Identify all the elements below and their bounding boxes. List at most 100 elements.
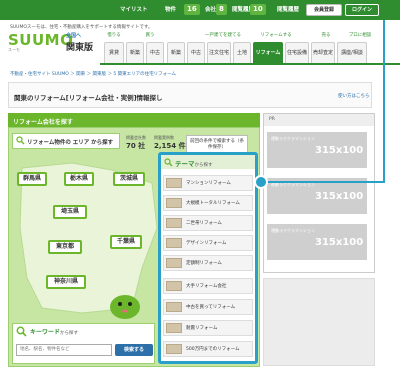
theme-item-design[interactable]: デザインリフォーム: [163, 235, 253, 251]
tab-seminar[interactable]: 講座/相談: [337, 42, 367, 64]
tab-new-mansion[interactable]: 新築: [126, 42, 144, 64]
theme-item-seismic[interactable]: 耐震リフォーム: [163, 320, 253, 336]
pr-ad-banner[interactable]: 運動ラククラマンション 315x100: [267, 224, 367, 260]
tagline: SUUMOスーモは、住宅・不動産購入をサポートする情報サイトです。: [10, 25, 153, 30]
pref-tokyo[interactable]: 東京都: [48, 240, 82, 254]
pr-ad-banner[interactable]: 運動ラククラマンション 315x100: [267, 178, 367, 214]
nav-category-sell: 売る: [321, 33, 331, 38]
right-sidebar-block: [263, 278, 375, 366]
login-button[interactable]: ログイン: [345, 4, 379, 16]
keyword-title-suffix: から探す: [60, 331, 79, 336]
keyword-search-title: キーワードから探す: [30, 327, 78, 336]
theme-item-label: 中古を買ってリフォーム: [186, 305, 236, 310]
theme-thumbnail: [166, 323, 182, 333]
tab-rent[interactable]: 賃貸: [104, 42, 124, 64]
mylist-label[interactable]: マイリスト: [120, 5, 148, 13]
theme-thumbnail: [166, 258, 182, 268]
theme-title-suffix: から探す: [194, 163, 213, 168]
nav-category-build: 一戸建てを建てる: [205, 33, 241, 38]
ad-caption: 運動ラククラマンション: [271, 228, 315, 233]
search-icon: [164, 158, 173, 167]
breadcrumb[interactable]: 不動産・住宅サイト SUUMO ＞ 関東 ＞ 関東版 ＞ 5 関東エリアの住宅リ…: [10, 71, 176, 77]
tab-used-house[interactable]: 中古: [187, 42, 205, 64]
register-button[interactable]: 会員登録: [306, 4, 342, 16]
pref-kanagawa[interactable]: 神奈川県: [46, 275, 86, 289]
tab-sale-assessment[interactable]: 売却査定: [311, 42, 335, 64]
tab-land[interactable]: 土地: [233, 42, 251, 64]
section-title: リフォーム会社を探す: [13, 119, 73, 126]
area-search-title: リフォーム物件の エリア から探す: [27, 140, 114, 146]
nav-category-buy: 買う: [145, 33, 155, 38]
companies-count[interactable]: 8: [216, 4, 227, 15]
nav-category-reform: リフォームする: [260, 33, 292, 38]
help-link[interactable]: 使い方はこちら: [338, 93, 370, 99]
search-icon: [16, 326, 27, 337]
company-count-value: 70 社: [126, 142, 146, 150]
theme-item-total[interactable]: 大規模トータルリフォーム: [163, 195, 253, 211]
region-title: 関東版: [66, 43, 94, 53]
theme-thumbnail: [166, 218, 182, 228]
theme-item-fixed-price[interactable]: 定額制リフォーム: [163, 255, 253, 271]
region-switch-text: 全国へ: [66, 33, 82, 39]
tab-used-mansion[interactable]: 中古: [146, 42, 164, 64]
theme-thumbnail: [166, 302, 182, 312]
pr-label: PR: [269, 117, 275, 122]
recent-label[interactable]: 閲覧履歴: [277, 5, 299, 13]
pref-gunma[interactable]: 群馬県: [17, 172, 47, 186]
theme-item-mansion[interactable]: マンションリフォーム: [163, 175, 253, 191]
theme-item-label: マンションリフォーム: [186, 181, 231, 186]
tab-new-house[interactable]: 新築: [167, 42, 185, 64]
tab-equipment[interactable]: 住宅設備: [285, 42, 309, 64]
pr-header: [264, 114, 374, 126]
logo-subtitle: スーモ: [8, 47, 20, 52]
pr-ad-banner[interactable]: 運動ラククラマンション 315x100: [267, 132, 367, 168]
theme-item-label: 500万円までのリフォーム: [186, 347, 240, 352]
theme-item-label: デザインリフォーム: [186, 241, 227, 246]
pref-ibaraki[interactable]: 茨城県: [113, 172, 145, 186]
history-count[interactable]: 10: [250, 4, 266, 15]
callout-marker: [254, 175, 268, 189]
theme-thumbnail: [166, 281, 182, 291]
theme-item-label: 大手リフォーム会社: [186, 284, 227, 289]
pref-tochigi[interactable]: 栃木県: [64, 172, 94, 186]
theme-item-label: 定額制リフォーム: [186, 261, 222, 266]
companies-label: 会社: [205, 7, 217, 13]
tab-custom-house[interactable]: 注文住宅: [207, 42, 231, 64]
previous-search-label: 前回の条件で検索する（条件保存）: [190, 139, 244, 150]
page-title: 関東のリフォーム[リフォーム会社・実例]情報探し: [14, 94, 163, 102]
theme-item-label: 大規模トータルリフォーム: [186, 201, 240, 206]
keyword-title-text: キーワード: [30, 329, 61, 336]
theme-item-major-company[interactable]: 大手リフォーム会社: [163, 278, 253, 294]
pref-saitama[interactable]: 埼玉県: [53, 205, 87, 219]
suumo-mascot-icon: [110, 295, 140, 319]
ad-caption: 運動ラククラマンション: [271, 136, 315, 141]
callout-line: [383, 20, 385, 183]
ad-size: 315x100: [315, 191, 364, 202]
theme-item-under-5m[interactable]: 500万円までのリフォーム: [163, 341, 253, 357]
keyword-search-button[interactable]: 検索する: [115, 344, 153, 356]
ad-size: 315x100: [315, 237, 364, 248]
theme-title-text: テーマ: [175, 160, 195, 168]
properties-label: 物件: [165, 7, 177, 13]
theme-thumbnail: [166, 344, 182, 354]
nav-category-consult: プロに相談: [348, 33, 372, 38]
callout-line: [262, 181, 384, 183]
case-count-value: 2,154 件: [154, 142, 186, 150]
search-icon: [16, 136, 25, 145]
theme-thumbnail: [166, 238, 182, 248]
nav-category-rent: 借りる: [107, 33, 121, 38]
theme-item-label: 耐震リフォーム: [186, 326, 218, 331]
region-switch-link[interactable]: 全国へ: [66, 33, 81, 39]
theme-item-label: 二世帯リフォーム: [186, 221, 222, 226]
theme-thumbnail: [166, 178, 182, 188]
properties-count[interactable]: 16: [184, 4, 200, 15]
theme-title: テーマから探す: [175, 158, 213, 168]
pref-chiba[interactable]: 千葉県: [110, 235, 142, 249]
top-bar: マイリスト 物件 16 会社 8 閲覧履歴 10 閲覧履歴 会員登録 ログイン: [0, 0, 400, 20]
theme-item-used-buy[interactable]: 中古を買ってリフォーム: [163, 299, 253, 315]
keyword-input[interactable]: 地名、駅名、物件名など: [16, 344, 112, 356]
ad-size: 315x100: [315, 145, 364, 156]
theme-item-two-family[interactable]: 二世帯リフォーム: [163, 215, 253, 231]
nav-underline: [100, 63, 400, 65]
tab-reform[interactable]: リフォーム: [253, 42, 283, 64]
